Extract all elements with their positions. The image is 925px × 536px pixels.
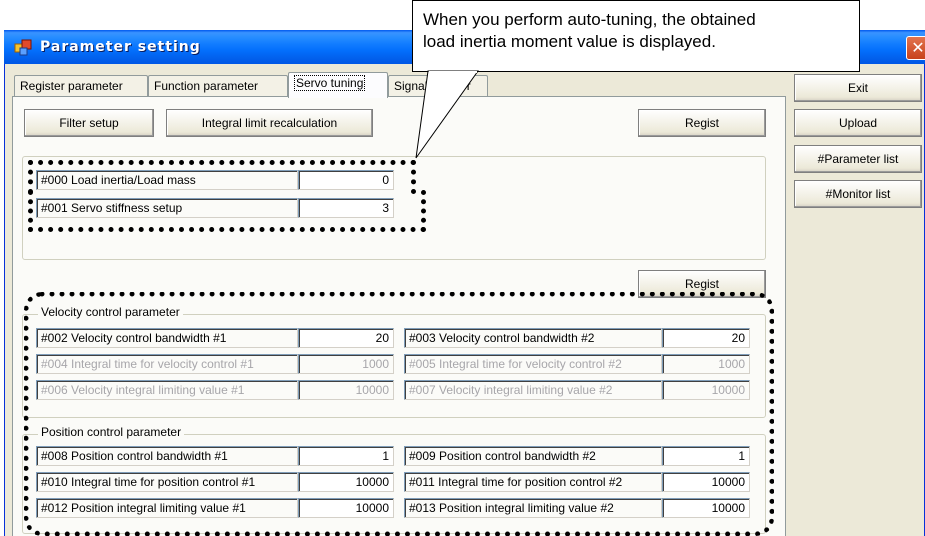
tab-label: Signal monitor: [394, 79, 471, 93]
button-label: Regist: [684, 116, 719, 130]
integral-limit-recalculation-button[interactable]: Integral limit recalculation: [166, 109, 373, 137]
parameter-list-button[interactable]: #Parameter list: [794, 145, 922, 173]
tab-function-parameter[interactable]: Function parameter: [148, 75, 288, 97]
button-label: Regist: [684, 277, 719, 291]
highlight-inertia-lower: [28, 190, 426, 232]
button-label: Upload: [838, 116, 878, 130]
monitor-list-button[interactable]: #Monitor list: [794, 180, 922, 208]
button-label: #Monitor list: [825, 187, 891, 201]
highlight-control-groups: [24, 292, 774, 536]
button-label: Integral limit recalculation: [201, 116, 338, 130]
upload-button[interactable]: Upload: [794, 109, 922, 137]
tab-servo-tuning[interactable]: Servo tuning: [288, 72, 388, 98]
tab-register-parameter[interactable]: Register parameter: [14, 75, 148, 97]
close-button[interactable]: ✕: [906, 36, 925, 60]
tab-label: Function parameter: [154, 79, 259, 93]
regist-button-top[interactable]: Regist: [638, 109, 766, 137]
filter-setup-button[interactable]: Filter setup: [24, 109, 154, 137]
tab-label: Register parameter: [20, 79, 123, 93]
button-label: Exit: [847, 81, 868, 95]
button-label: Filter setup: [59, 116, 119, 130]
close-icon: ✕: [911, 38, 925, 57]
callout-line-2: load inertia moment value is displayed.: [423, 32, 716, 51]
highlight-inertia-upper: [28, 160, 416, 194]
button-label: #Parameter list: [817, 152, 899, 166]
callout-line-1: When you perform auto-tuning, the obtain…: [423, 10, 756, 29]
window-title: Parameter setting: [40, 39, 201, 55]
exit-button[interactable]: Exit: [794, 74, 922, 102]
callout-annotation: When you perform auto-tuning, the obtain…: [412, 0, 860, 72]
tab-label: Servo tuning: [294, 75, 366, 91]
tab-signal-monitor[interactable]: Signal monitor: [388, 75, 488, 97]
app-icon: [14, 39, 32, 56]
